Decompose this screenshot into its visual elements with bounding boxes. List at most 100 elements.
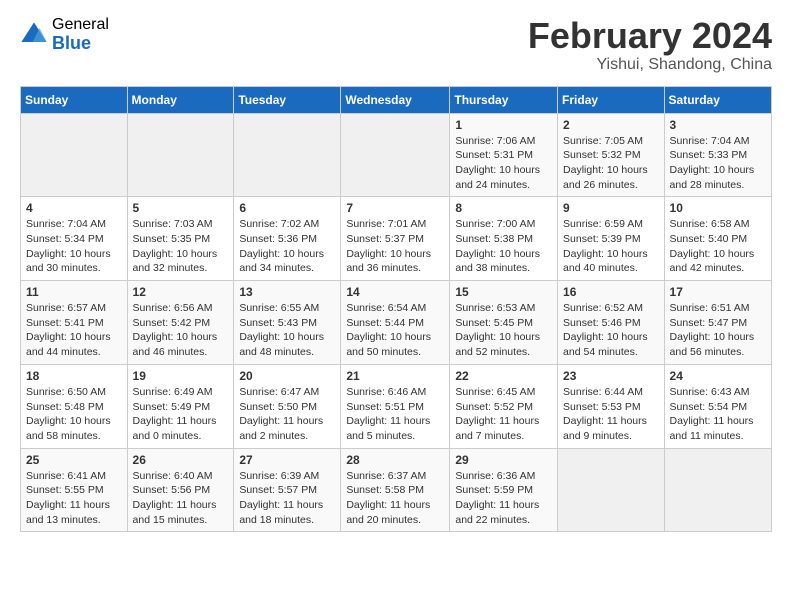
day-number: 25: [26, 453, 122, 467]
day-detail: Sunrise: 6:46 AM Sunset: 5:51 PM Dayligh…: [346, 385, 444, 444]
week-row-5: 25 Sunrise: 6:41 AM Sunset: 5:55 PM Dayli…: [21, 448, 772, 532]
day-number: 13: [239, 285, 335, 299]
day-detail: Sunrise: 6:41 AM Sunset: 5:55 PM Dayligh…: [26, 469, 122, 528]
day-cell: 24Sunrise: 6:43 AM Sunset: 5:54 PM Dayli…: [664, 364, 771, 448]
day-cell: 21 Sunrise: 6:46 AM Sunset: 5:51 PM Dayli…: [341, 364, 450, 448]
day-number: 1: [455, 118, 552, 132]
title-area: February 2024 Yishui, Shandong, China: [528, 16, 772, 74]
day-cell: 10 Sunrise: 6:58 AM Sunset: 5:40 PM Dayli…: [664, 197, 771, 281]
day-number: 8: [455, 201, 552, 215]
week-row-1: 1 Sunrise: 7:06 AM Sunset: 5:31 PM Daylig…: [21, 113, 772, 197]
day-detail: Sunrise: 7:05 AM Sunset: 5:32 PM Dayligh…: [563, 134, 659, 193]
day-detail: Sunrise: 7:04 AM Sunset: 5:33 PM Dayligh…: [670, 134, 766, 193]
day-detail: Sunrise: 6:59 AM Sunset: 5:39 PM Dayligh…: [563, 217, 659, 276]
calendar-table: SundayMondayTuesdayWednesdayThursdayFrid…: [20, 86, 772, 533]
day-cell: 28 Sunrise: 6:37 AM Sunset: 5:58 PM Dayli…: [341, 448, 450, 532]
day-cell: 12 Sunrise: 6:56 AM Sunset: 5:42 PM Dayli…: [127, 281, 234, 365]
day-number: 7: [346, 201, 444, 215]
day-cell: 3 Sunrise: 7:04 AM Sunset: 5:33 PM Daylig…: [664, 113, 771, 197]
day-cell: 20Sunrise: 6:47 AM Sunset: 5:50 PM Dayli…: [234, 364, 341, 448]
day-cell: 26Sunrise: 6:40 AM Sunset: 5:56 PM Dayli…: [127, 448, 234, 532]
day-detail: Sunrise: 6:36 AM Sunset: 5:59 PM Dayligh…: [455, 469, 552, 528]
day-number: 5: [133, 201, 229, 215]
day-detail: Sunrise: 6:58 AM Sunset: 5:40 PM Dayligh…: [670, 217, 766, 276]
day-cell: 29Sunrise: 6:36 AM Sunset: 5:59 PM Dayli…: [450, 448, 558, 532]
day-detail: Sunrise: 6:49 AM Sunset: 5:49 PM Dayligh…: [133, 385, 229, 444]
day-number: 9: [563, 201, 659, 215]
day-detail: Sunrise: 6:37 AM Sunset: 5:58 PM Dayligh…: [346, 469, 444, 528]
day-cell: 7 Sunrise: 7:01 AM Sunset: 5:37 PM Daylig…: [341, 197, 450, 281]
day-cell: 23Sunrise: 6:44 AM Sunset: 5:53 PM Dayli…: [558, 364, 665, 448]
day-cell: [127, 113, 234, 197]
col-header-saturday: Saturday: [664, 86, 771, 113]
day-number: 6: [239, 201, 335, 215]
day-cell: [558, 448, 665, 532]
day-number: 28: [346, 453, 444, 467]
day-detail: Sunrise: 6:50 AM Sunset: 5:48 PM Dayligh…: [26, 385, 122, 444]
day-cell: 14 Sunrise: 6:54 AM Sunset: 5:44 PM Dayli…: [341, 281, 450, 365]
day-cell: [341, 113, 450, 197]
col-header-friday: Friday: [558, 86, 665, 113]
day-detail: Sunrise: 7:06 AM Sunset: 5:31 PM Dayligh…: [455, 134, 552, 193]
day-cell: 2 Sunrise: 7:05 AM Sunset: 5:32 PM Daylig…: [558, 113, 665, 197]
day-number: 17: [670, 285, 766, 299]
day-detail: Sunrise: 6:53 AM Sunset: 5:45 PM Dayligh…: [455, 301, 552, 360]
day-cell: 6 Sunrise: 7:02 AM Sunset: 5:36 PM Daylig…: [234, 197, 341, 281]
logo: General Blue: [20, 16, 109, 53]
day-number: 15: [455, 285, 552, 299]
day-cell: 9 Sunrise: 6:59 AM Sunset: 5:39 PM Daylig…: [558, 197, 665, 281]
day-number: 18: [26, 369, 122, 383]
day-cell: [234, 113, 341, 197]
day-detail: Sunrise: 7:00 AM Sunset: 5:38 PM Dayligh…: [455, 217, 552, 276]
day-cell: 25 Sunrise: 6:41 AM Sunset: 5:55 PM Dayli…: [21, 448, 128, 532]
day-cell: 27Sunrise: 6:39 AM Sunset: 5:57 PM Dayli…: [234, 448, 341, 532]
day-cell: 16Sunrise: 6:52 AM Sunset: 5:46 PM Dayli…: [558, 281, 665, 365]
day-detail: Sunrise: 7:02 AM Sunset: 5:36 PM Dayligh…: [239, 217, 335, 276]
day-cell: 8 Sunrise: 7:00 AM Sunset: 5:38 PM Daylig…: [450, 197, 558, 281]
day-number: 3: [670, 118, 766, 132]
day-cell: 19 Sunrise: 6:49 AM Sunset: 5:49 PM Dayli…: [127, 364, 234, 448]
day-cell: 4 Sunrise: 7:04 AM Sunset: 5:34 PM Daylig…: [21, 197, 128, 281]
day-detail: Sunrise: 6:40 AM Sunset: 5:56 PM Dayligh…: [133, 469, 229, 528]
day-cell: [21, 113, 128, 197]
week-row-2: 4 Sunrise: 7:04 AM Sunset: 5:34 PM Daylig…: [21, 197, 772, 281]
day-cell: 11 Sunrise: 6:57 AM Sunset: 5:41 PM Dayli…: [21, 281, 128, 365]
day-number: 2: [563, 118, 659, 132]
day-number: 12: [133, 285, 229, 299]
day-number: 19: [133, 369, 229, 383]
day-detail: Sunrise: 6:43 AM Sunset: 5:54 PM Dayligh…: [670, 385, 766, 444]
day-detail: Sunrise: 6:56 AM Sunset: 5:42 PM Dayligh…: [133, 301, 229, 360]
day-number: 4: [26, 201, 122, 215]
day-detail: Sunrise: 6:39 AM Sunset: 5:57 PM Dayligh…: [239, 469, 335, 528]
day-cell: 15 Sunrise: 6:53 AM Sunset: 5:45 PM Dayli…: [450, 281, 558, 365]
day-number: 16: [563, 285, 659, 299]
day-cell: 5 Sunrise: 7:03 AM Sunset: 5:35 PM Daylig…: [127, 197, 234, 281]
day-number: 10: [670, 201, 766, 215]
col-header-sunday: Sunday: [21, 86, 128, 113]
day-number: 11: [26, 285, 122, 299]
header: General Blue February 2024 Yishui, Shand…: [20, 16, 772, 74]
day-cell: [664, 448, 771, 532]
day-detail: Sunrise: 6:51 AM Sunset: 5:47 PM Dayligh…: [670, 301, 766, 360]
day-detail: Sunrise: 6:54 AM Sunset: 5:44 PM Dayligh…: [346, 301, 444, 360]
logo-blue: Blue: [52, 34, 109, 54]
week-row-3: 11 Sunrise: 6:57 AM Sunset: 5:41 PM Dayli…: [21, 281, 772, 365]
day-detail: Sunrise: 7:04 AM Sunset: 5:34 PM Dayligh…: [26, 217, 122, 276]
day-cell: 18 Sunrise: 6:50 AM Sunset: 5:48 PM Dayli…: [21, 364, 128, 448]
week-row-4: 18 Sunrise: 6:50 AM Sunset: 5:48 PM Dayli…: [21, 364, 772, 448]
col-header-tuesday: Tuesday: [234, 86, 341, 113]
day-detail: Sunrise: 7:01 AM Sunset: 5:37 PM Dayligh…: [346, 217, 444, 276]
col-header-wednesday: Wednesday: [341, 86, 450, 113]
day-number: 23: [563, 369, 659, 383]
day-cell: 13 Sunrise: 6:55 AM Sunset: 5:43 PM Dayli…: [234, 281, 341, 365]
day-detail: Sunrise: 7:03 AM Sunset: 5:35 PM Dayligh…: [133, 217, 229, 276]
day-cell: 1 Sunrise: 7:06 AM Sunset: 5:31 PM Daylig…: [450, 113, 558, 197]
day-number: 21: [346, 369, 444, 383]
month-year-title: February 2024: [528, 16, 772, 56]
day-detail: Sunrise: 6:55 AM Sunset: 5:43 PM Dayligh…: [239, 301, 335, 360]
day-detail: Sunrise: 6:57 AM Sunset: 5:41 PM Dayligh…: [26, 301, 122, 360]
location-title: Yishui, Shandong, China: [528, 56, 772, 74]
day-detail: Sunrise: 6:45 AM Sunset: 5:52 PM Dayligh…: [455, 385, 552, 444]
day-number: 14: [346, 285, 444, 299]
logo-text: General Blue: [52, 16, 109, 53]
